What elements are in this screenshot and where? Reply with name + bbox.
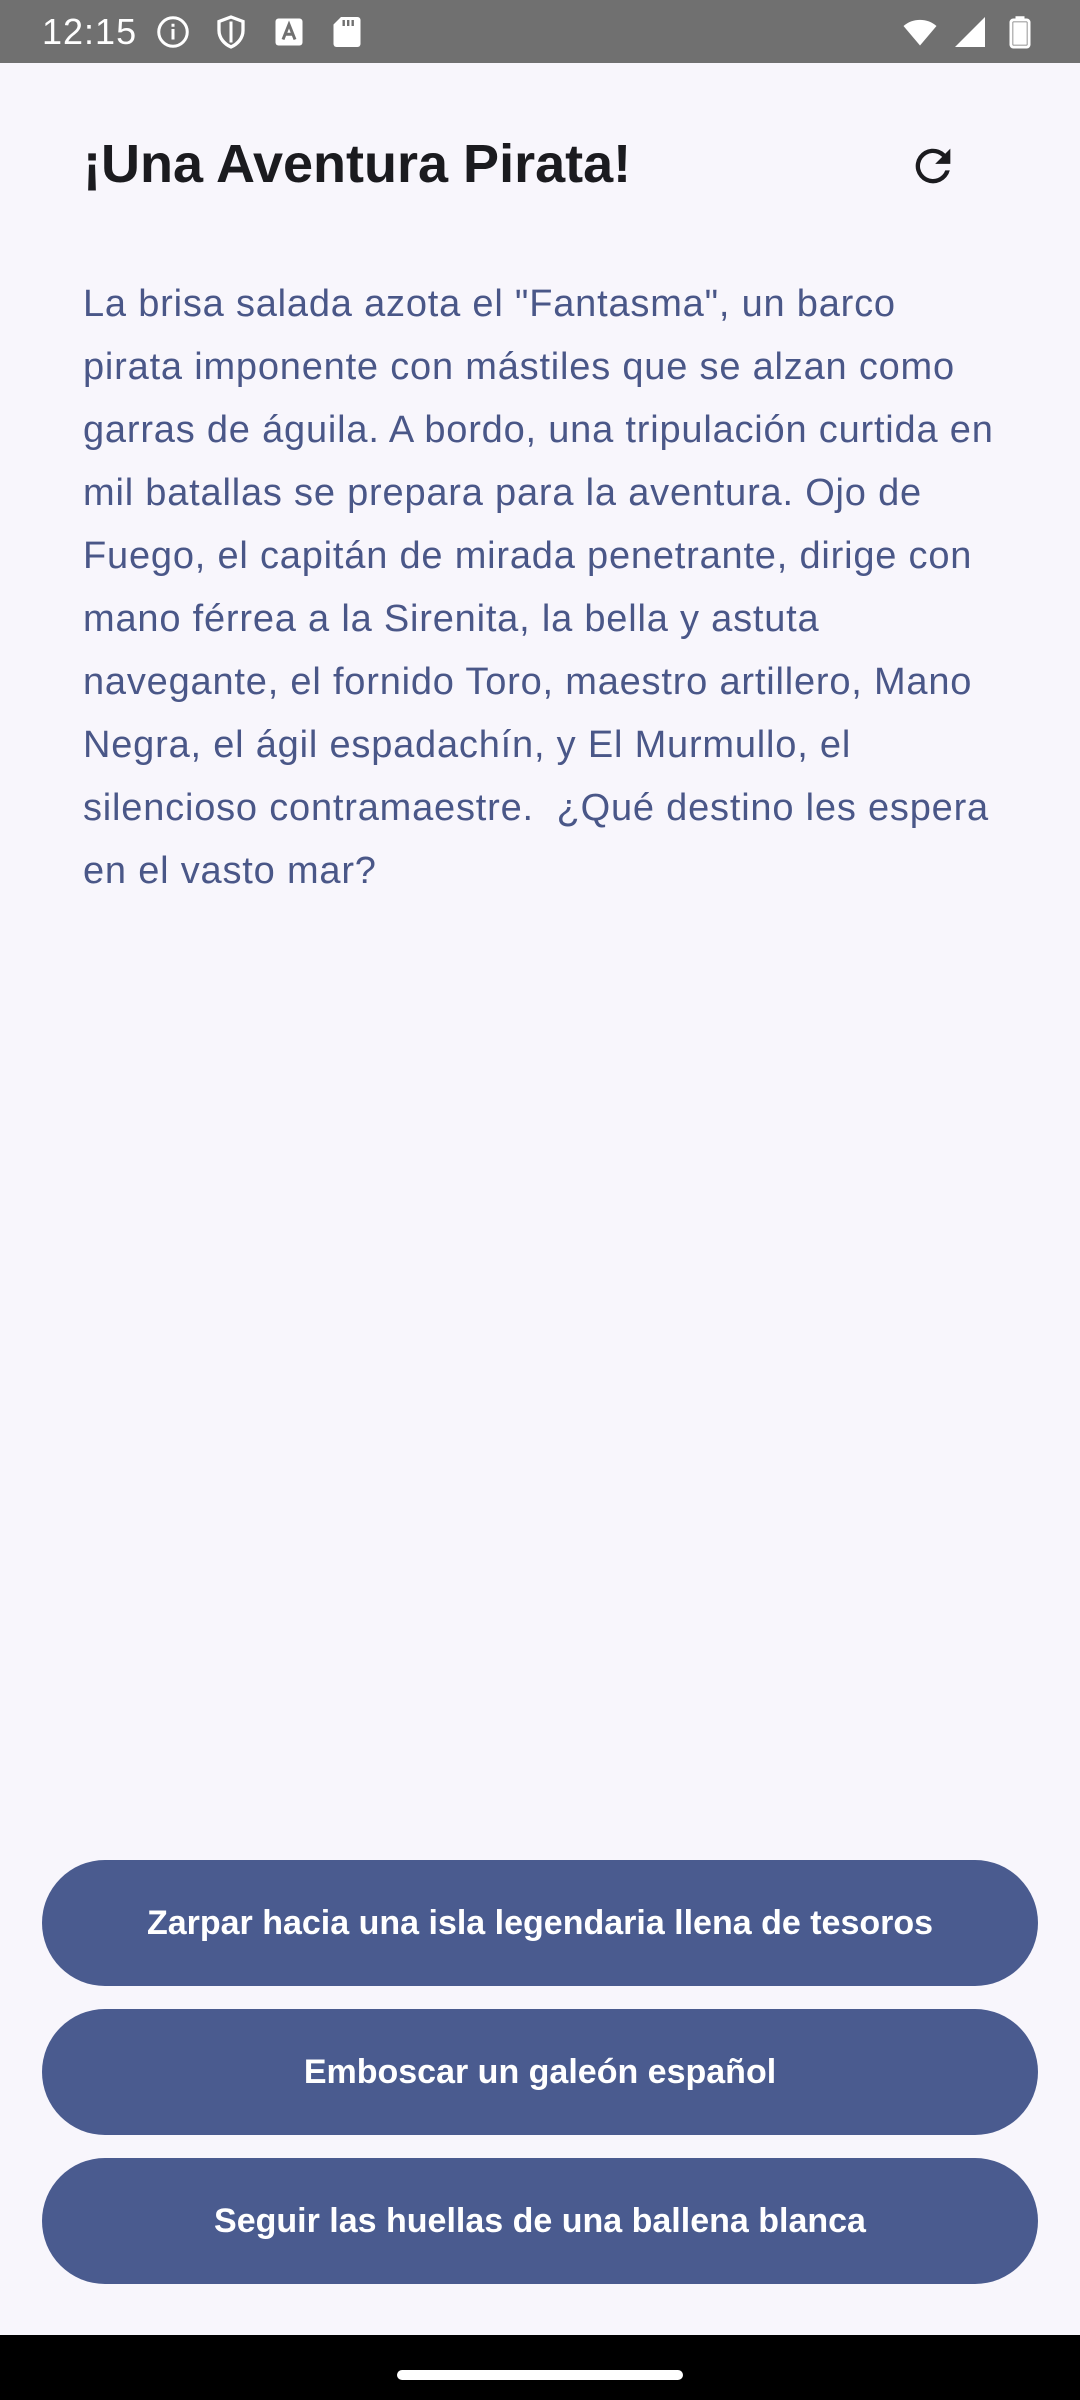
status-bar: 12:15 <box>0 0 1080 63</box>
app-screen: ¡Una Aventura Pirata! La brisa salada az… <box>0 63 1080 2335</box>
home-gesture-handle[interactable] <box>397 2370 683 2380</box>
navigation-bar <box>0 2335 1080 2400</box>
page-title: ¡Una Aventura Pirata! <box>83 134 632 194</box>
choices-list: Zarpar hacia una isla legendaria llena d… <box>42 1860 1038 2307</box>
choice-button-2[interactable]: Emboscar un galeón español <box>42 2009 1038 2135</box>
choice-button-1[interactable]: Zarpar hacia una isla legendaria llena d… <box>42 1860 1038 1986</box>
choice-button-3[interactable]: Seguir las huellas de una ballena blanca <box>42 2158 1038 2284</box>
status-icons-left <box>155 14 365 50</box>
status-icons-right <box>902 14 1038 50</box>
wifi-icon <box>902 14 938 50</box>
refresh-button[interactable] <box>900 135 966 201</box>
info-icon <box>155 14 191 50</box>
sd-card-icon <box>329 14 365 50</box>
shield-icon <box>213 14 249 50</box>
status-time: 12:15 <box>42 10 138 52</box>
battery-icon <box>1002 14 1038 50</box>
signal-icon <box>952 14 988 50</box>
story-text: La brisa salada azota el "Fantasma", un … <box>83 283 1006 892</box>
refresh-icon <box>907 140 959 197</box>
font-icon <box>271 14 307 50</box>
